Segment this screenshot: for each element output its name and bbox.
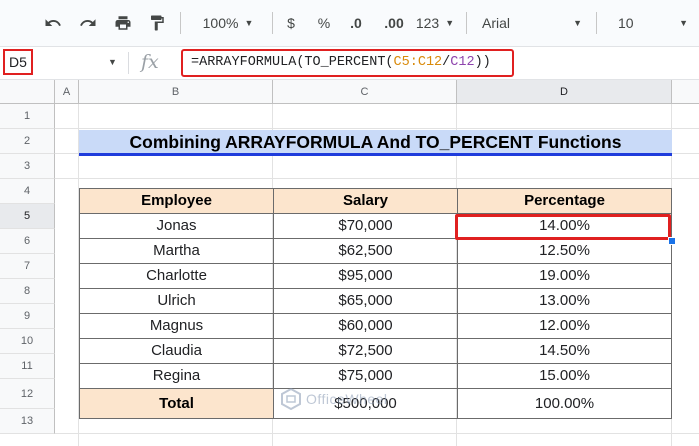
select-all-corner[interactable] (0, 80, 55, 104)
decrease-decimal-label: .0 (350, 15, 362, 31)
increase-decimal-button[interactable]: .00 (378, 10, 410, 36)
gridline (55, 433, 699, 434)
print-icon[interactable] (110, 10, 136, 36)
fx-icon: fx (141, 51, 159, 73)
chevron-down-icon[interactable]: ▼ (108, 57, 117, 67)
font-dropdown[interactable]: Arial ▼ (476, 10, 588, 36)
total-percentage[interactable]: 100.00% (457, 388, 672, 419)
toolbar-divider (596, 12, 597, 34)
fill-handle[interactable] (668, 237, 676, 245)
font-value: Arial (482, 15, 511, 31)
cell-salary[interactable]: $65,000 (273, 288, 458, 314)
gridline (55, 178, 699, 179)
cell-salary[interactable]: $70,000 (273, 213, 458, 239)
cell-percentage[interactable]: 13.00% (457, 288, 672, 314)
name-box[interactable]: D5 (3, 49, 33, 75)
row-header-9[interactable]: 9 (0, 304, 55, 329)
cell-salary[interactable]: $95,000 (273, 263, 458, 289)
cell-percentage[interactable]: 15.00% (457, 363, 672, 389)
zoom-value: 100% (202, 15, 239, 31)
cell-percentage[interactable]: 12.00% (457, 313, 672, 339)
cell-percentage[interactable]: 12.50% (457, 238, 672, 264)
percent-label: % (317, 15, 331, 31)
percent-format-button[interactable]: % (313, 10, 335, 36)
row-header-1[interactable]: 1 (0, 104, 55, 129)
name-box-value: D5 (9, 54, 27, 70)
header-percentage[interactable]: Percentage (457, 188, 672, 214)
cell-employee[interactable]: Claudia (79, 338, 274, 364)
watermark-text: OfficeWheel (306, 391, 388, 407)
row-header-12[interactable]: 12 (0, 379, 55, 409)
formula-cell-ref: C12 (450, 55, 475, 70)
column-header-c[interactable]: C (273, 80, 457, 104)
toolbar-divider (272, 12, 273, 34)
cell-salary[interactable]: $72,500 (273, 338, 458, 364)
cell-salary[interactable]: $62,500 (273, 238, 458, 264)
header-employee[interactable]: Employee (79, 188, 274, 214)
cell-percentage[interactable]: 14.50% (457, 338, 672, 364)
cell-employee[interactable]: Ulrich (79, 288, 274, 314)
watermark-logo-icon (281, 388, 301, 410)
currency-format-button[interactable]: $ (280, 10, 302, 36)
toolbar: 100% ▼ $ % .0 .00 123 ▼ Arial ▼ 10 ▼ (0, 0, 699, 47)
sheet-title[interactable]: Combining ARRAYFORMULA And TO_PERCENT Fu… (79, 130, 672, 156)
cell-employee[interactable]: Regina (79, 363, 274, 389)
chevron-down-icon: ▼ (445, 18, 455, 28)
redo-icon[interactable] (75, 10, 101, 36)
cell-employee[interactable]: Jonas (79, 213, 274, 239)
row-header-4[interactable]: 4 (0, 179, 55, 204)
row-header-6[interactable]: 6 (0, 229, 55, 254)
row-header-8[interactable]: 8 (0, 279, 55, 304)
row-header-11[interactable]: 11 (0, 354, 55, 379)
more-formats-label: 123 (415, 15, 440, 31)
column-header-a[interactable]: A (55, 80, 79, 104)
formula-suffix: )) (474, 55, 491, 70)
active-cell-highlight (455, 214, 671, 240)
row-header-5[interactable]: 5 (0, 204, 55, 229)
undo-icon[interactable] (40, 10, 66, 36)
cell-percentage[interactable]: 19.00% (457, 263, 672, 289)
currency-label: $ (287, 15, 295, 31)
cell-salary[interactable]: $60,000 (273, 313, 458, 339)
toolbar-divider (180, 12, 181, 34)
paint-format-icon[interactable] (144, 10, 170, 36)
chevron-down-icon: ▼ (244, 18, 254, 28)
formula-bar: D5 ▼ fx =ARRAYFORMULA(TO_PERCENT(C5:C12/… (0, 47, 699, 80)
sheet-grid: A B C D 1 2 3 4 5 6 7 8 9 10 11 12 13 Co… (0, 80, 699, 446)
cell-salary[interactable]: $75,000 (273, 363, 458, 389)
decrease-decimal-button[interactable]: .0 (342, 10, 370, 36)
row-header-13[interactable]: 13 (0, 409, 55, 434)
font-size-value: 10 (618, 15, 634, 31)
formula-input[interactable]: =ARRAYFORMULA(TO_PERCENT(C5:C12/C12)) (181, 49, 514, 77)
row-header-7[interactable]: 7 (0, 254, 55, 279)
gridline (55, 128, 699, 129)
cell-employee[interactable]: Charlotte (79, 263, 274, 289)
column-header-b[interactable]: B (79, 80, 273, 104)
column-header-e[interactable] (672, 80, 699, 104)
chevron-down-icon: ▼ (573, 18, 582, 28)
row-header-3[interactable]: 3 (0, 154, 55, 179)
column-header-d[interactable]: D (457, 80, 672, 104)
formula-bar-divider (128, 52, 129, 74)
zoom-dropdown[interactable]: 100% ▼ (192, 10, 264, 36)
row-header-10[interactable]: 10 (0, 329, 55, 354)
header-salary[interactable]: Salary (273, 188, 458, 214)
more-formats-button[interactable]: 123 ▼ (413, 10, 457, 36)
formula-prefix: =ARRAYFORMULA(TO_PERCENT( (191, 55, 394, 70)
formula-range-ref: C5:C12 (393, 55, 443, 70)
cell-employee[interactable]: Magnus (79, 313, 274, 339)
cell-employee[interactable]: Martha (79, 238, 274, 264)
increase-decimal-label: .00 (384, 15, 404, 31)
toolbar-divider (466, 12, 467, 34)
watermark: OfficeWheel (280, 387, 388, 411)
chevron-down-icon: ▼ (679, 18, 688, 28)
row-header-2[interactable]: 2 (0, 129, 55, 154)
font-size-dropdown[interactable]: 10 ▼ (606, 10, 694, 36)
total-label[interactable]: Total (79, 388, 274, 419)
